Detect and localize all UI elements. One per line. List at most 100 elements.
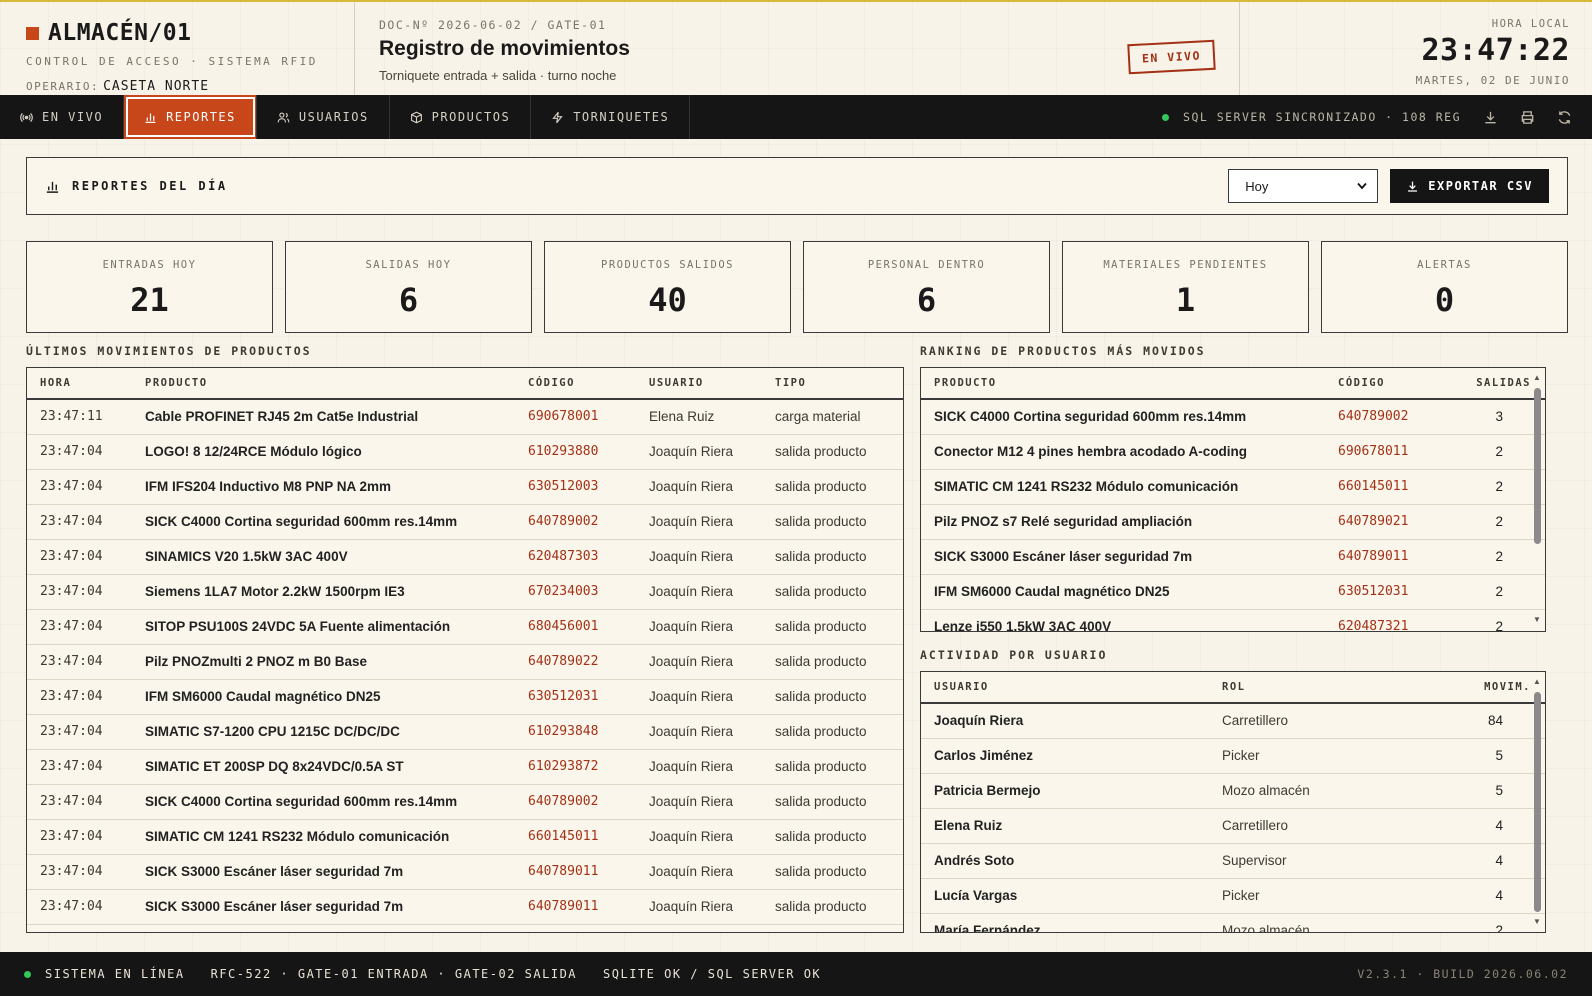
table-row[interactable]: 23:47:04 SIMATIC CM 1241 RS232 Módulo com… <box>27 819 903 855</box>
column-header[interactable]: USUARIO <box>921 672 1209 704</box>
scroll-up-arrow-icon[interactable]: ▲ <box>1531 372 1543 384</box>
stat-label: PERSONAL DENTRO <box>867 259 986 271</box>
table-row[interactable]: 23:47:04 Siemens 1LA7 Motor 2.2kW 1500rpm… <box>27 574 903 610</box>
table-row[interactable]: Lucía Vargas Picker 4 <box>921 878 1545 914</box>
scroll-down-arrow-icon[interactable]: ▼ <box>1531 916 1543 928</box>
activity-scrollbar[interactable]: ▲ ▼ <box>1531 676 1543 928</box>
column-header[interactable]: PRODUCTO <box>921 368 1325 400</box>
table-cell: Joaquín Riera <box>636 889 762 925</box>
table-row[interactable]: SICK S3000 Escáner láser seguridad 7m 640… <box>921 539 1545 575</box>
table-row[interactable]: 23:47:04 SICK C4000 Cortina seguridad 600… <box>27 784 903 820</box>
column-header[interactable]: PRODUCTO <box>132 368 515 400</box>
table-row[interactable]: Patricia Bermejo Mozo almacén 5 <box>921 773 1545 809</box>
table-row[interactable]: Joaquín Riera Carretillero 84 <box>921 703 1545 739</box>
online-status-dot <box>24 970 31 978</box>
table-row[interactable]: María Fernández Mozo almacén 2 <box>921 913 1545 932</box>
table-cell: IFM SM6000 Caudal magnético DN25 <box>132 679 515 715</box>
tab-productos[interactable]: PRODUCTOS <box>390 95 532 139</box>
table-row[interactable]: 23:47:04 SITOP PSU100S 24VDC 5A Fuente al… <box>27 609 903 645</box>
column-header[interactable]: HORA <box>27 368 132 400</box>
brand-title: ALMACÉN/01 <box>26 20 354 46</box>
table-cell: 630512003 <box>515 469 636 505</box>
reports-toolbar: REPORTES DEL DÍA Hoy EXPORTAR CSV <box>26 157 1568 215</box>
table-row[interactable]: 23:47:04 SICK S3000 Escáner láser segurid… <box>27 854 903 890</box>
table-row[interactable]: 23:47:04 SICK S3000 Escáner láser segurid… <box>27 889 903 925</box>
table-cell: salida producto <box>762 784 903 820</box>
table-row[interactable]: 23:47:04 SICK C4000 Cortina seguridad 600… <box>27 504 903 540</box>
stat-card-personal-dentro: PERSONAL DENTRO 6 <box>803 241 1050 333</box>
table-cell: Lenze i550 1.5kW 3AC 400V <box>921 609 1325 631</box>
table-row[interactable]: Conector M12 4 pines hembra acodado A-co… <box>921 434 1545 470</box>
reports-title-text: REPORTES DEL DÍA <box>72 179 228 193</box>
table-cell: Siemens 1LA7 Motor 2.2kW 1500rpm IE3 <box>132 574 515 610</box>
table-cell: 640789011 <box>515 889 636 925</box>
table-row[interactable]: 23:47:04 SINAMICS V20 1.5kW 3AC 400V 62048… <box>27 539 903 575</box>
column-header[interactable]: ROL <box>1209 672 1449 704</box>
operator-info: OPERARIO: CASETA NORTE <box>26 79 354 94</box>
table-cell: SICK C4000 Cortina seguridad 600mm res.1… <box>132 784 515 820</box>
column-header[interactable]: CÓDIGO <box>515 368 636 400</box>
stat-label: MATERIALES PENDIENTES <box>1103 259 1268 271</box>
table-row[interactable]: Andrés Soto Supervisor 4 <box>921 843 1545 879</box>
db-status: SQLITE OK / SQL SERVER OK <box>603 967 822 981</box>
table-row[interactable]: 23:47:04 IFM IFS204 Inductivo M8 PNP NA 2… <box>27 469 903 505</box>
column-header[interactable]: USUARIO <box>636 368 762 400</box>
table-cell: Patricia Bermejo <box>921 773 1209 809</box>
column-header[interactable]: CÓDIGO <box>1325 368 1448 400</box>
table-cell: 660145011 <box>515 819 636 855</box>
column-header[interactable]: TIPO <box>762 368 903 400</box>
table-row[interactable]: Elena Ruiz Carretillero 4 <box>921 808 1545 844</box>
period-selected-value: Hoy <box>1245 178 1269 194</box>
table-cell: salida producto <box>762 504 903 540</box>
table-row[interactable]: IFM SM6000 Caudal magnético DN25 63051203… <box>921 574 1545 610</box>
table-row[interactable]: 23:47:04 LOGO! 8 12/24RCE Módulo lógico 61… <box>27 434 903 470</box>
table-row[interactable]: SICK C4000 Cortina seguridad 600mm res.1… <box>921 399 1545 435</box>
scroll-thumb[interactable] <box>1534 388 1541 544</box>
refresh-icon[interactable] <box>1557 110 1572 125</box>
table-row[interactable]: 23:47:04 IFM SM6000 Caudal magnético DN25… <box>27 679 903 715</box>
stat-label: ALERTAS <box>1417 259 1472 271</box>
table-row[interactable]: 23:47:04 SIMATIC S7-1200 CPU 1215C DC/DC/… <box>27 714 903 750</box>
period-select[interactable]: Hoy <box>1228 169 1379 203</box>
table-row[interactable]: Lenze i550 1.5kW 3AC 400V 620487321 2 <box>921 609 1545 631</box>
activity-table-panel: USUARIO ROL MOVIM. Joaquín Riera Carretil… <box>920 671 1546 933</box>
table-cell: Cable PROFINET RJ45 2m Cat5e Industrial <box>132 399 515 435</box>
stat-card-productos-salidos: PRODUCTOS SALIDOS 40 <box>544 241 791 333</box>
table-cell: LOGO! 8 12/24RCE Módulo lógico <box>132 434 515 470</box>
table-cell: salida producto <box>762 819 903 855</box>
stat-value: 6 <box>916 281 937 319</box>
tab-usuarios[interactable]: USUARIOS <box>257 95 390 139</box>
scroll-down-arrow-icon[interactable]: ▼ <box>1531 614 1543 626</box>
table-cell: Joaquín Riera <box>921 703 1209 739</box>
stat-value: 1 <box>1175 281 1196 319</box>
table-row[interactable]: Carlos Jiménez Picker 5 <box>921 738 1545 774</box>
table-cell: Carlos Jiménez <box>921 738 1209 774</box>
table-cell: Joaquín Riera <box>636 609 762 645</box>
table-row[interactable]: Pilz PNOZ s7 Relé seguridad ampliación 64… <box>921 504 1545 540</box>
tab-torniquetes[interactable]: TORNIQUETES <box>531 95 691 139</box>
ranking-scrollbar[interactable]: ▲ ▼ <box>1531 372 1543 626</box>
table-cell: SICK S3000 Escáner láser seguridad 7m <box>132 889 515 925</box>
activity-section-title: ACTIVIDAD POR USUARIO <box>920 648 1108 662</box>
table-row[interactable]: 23:47:11 Cable PROFINET RJ45 2m Cat5e Ind… <box>27 399 903 435</box>
brand-name: ALMACÉN/01 <box>48 20 192 46</box>
table-cell: Mozo almacén <box>1209 913 1449 932</box>
table-cell: Joaquín Riera <box>636 469 762 505</box>
table-cell: Joaquín Riera <box>636 434 762 470</box>
scroll-thumb[interactable] <box>1534 692 1541 912</box>
table-row[interactable]: 23:47:04 SIMATIC ET 200SP DQ 8x24VDC/0.5A… <box>27 749 903 785</box>
brand-subtitle: CONTROL DE ACCESO · SISTEMA RFID <box>26 55 318 68</box>
table-cell: 620487321 <box>1325 609 1448 631</box>
print-icon[interactable] <box>1520 110 1535 125</box>
tab-reportes[interactable]: REPORTES <box>124 95 257 139</box>
table-cell: 23:47:04 <box>27 574 132 610</box>
table-row[interactable]: 23:47:04 Pilz PNOZmulti 2 PNOZ m B0 Base 6… <box>27 644 903 680</box>
scroll-up-arrow-icon[interactable]: ▲ <box>1531 676 1543 688</box>
tab-en-vivo[interactable]: EN VIVO <box>0 95 125 139</box>
table-cell: 690678011 <box>1325 434 1448 470</box>
table-cell: 23:47:04 <box>27 854 132 890</box>
export-csv-button[interactable]: EXPORTAR CSV <box>1390 169 1549 203</box>
table-row[interactable]: SIMATIC CM 1241 RS232 Módulo comunicació… <box>921 469 1545 505</box>
download-icon[interactable] <box>1483 110 1498 125</box>
table-cell: Mozo almacén <box>1209 773 1449 809</box>
